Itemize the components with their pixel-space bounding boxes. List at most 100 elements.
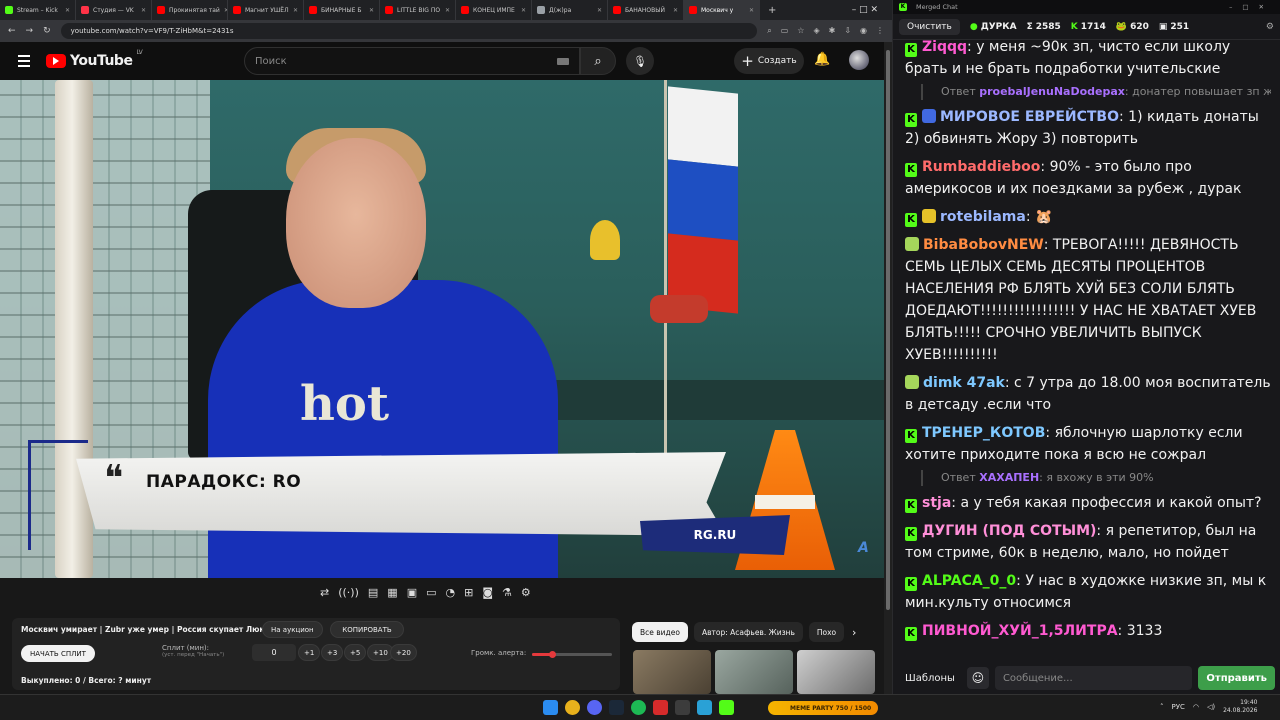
increment-button[interactable]: +1 <box>298 644 321 661</box>
start-split-button[interactable]: НАЧАТЬ СПЛИТ <box>21 645 95 662</box>
chat-settings-gear-icon[interactable]: ⚙ <box>1266 22 1274 32</box>
hamburger-menu-icon[interactable] <box>18 55 30 67</box>
telegram-icon[interactable] <box>697 700 712 715</box>
browser-tab[interactable]: Stream – Kick ✕ <box>0 0 76 20</box>
windows-start-icon[interactable] <box>543 700 558 715</box>
window-controls[interactable]: –□✕ <box>1229 3 1274 11</box>
filter-chip[interactable]: Автор: Асафьев. Жизнь <box>693 622 803 642</box>
chat-username[interactable]: ДУГИН (ПОД СОТЫМ) <box>922 523 1096 539</box>
steam-icon[interactable] <box>609 700 624 715</box>
discord-icon[interactable] <box>587 700 602 715</box>
puzzle-icon[interactable]: ✱ <box>829 26 836 36</box>
browser-tab[interactable]: БИНАРНЫЕ Б ✕ <box>304 0 380 20</box>
url-field[interactable]: youtube.com/watch?v=VF9/T-ZiHbM&t=2431s <box>60 23 758 39</box>
add-icon[interactable]: ⊞ <box>464 586 473 599</box>
split-minutes-input[interactable]: 0 <box>252 644 296 661</box>
send-button[interactable]: Отправить <box>1198 666 1275 690</box>
back-icon[interactable]: ← <box>8 26 16 36</box>
browser-tab[interactable]: КОНЕЦ ИМПЕ ✕ <box>456 0 532 20</box>
channel-watermark-icon[interactable]: A <box>858 540 869 556</box>
cast-icon[interactable]: ▭ <box>781 26 789 36</box>
voice-search-button[interactable]: 🎙 <box>626 47 654 75</box>
pip-icon[interactable]: ▣ <box>407 586 417 599</box>
reply-reference[interactable]: Ответ proebalJenuNaDodepax: донатер повы… <box>921 84 1271 100</box>
page-scrollbar[interactable] <box>884 42 892 694</box>
browser-tab[interactable]: Магнит УШЁЛ ✕ <box>228 0 304 20</box>
tab-close-icon[interactable]: ✕ <box>141 7 146 14</box>
alert-volume-slider[interactable] <box>532 651 612 658</box>
forward-icon[interactable]: → <box>26 26 34 36</box>
chat-username[interactable]: rotebilama <box>940 209 1026 225</box>
flask-icon[interactable]: ⚗ <box>502 586 512 599</box>
chevron-right-icon[interactable]: › <box>852 626 856 639</box>
download-icon[interactable]: ⇩ <box>844 26 851 36</box>
auction-button[interactable]: На аукцион <box>262 621 323 638</box>
tab-close-icon[interactable]: ✕ <box>521 7 526 14</box>
notifications-bell-icon[interactable]: 🔔 <box>814 52 830 67</box>
search-button[interactable]: ⌕ <box>580 47 616 75</box>
screenshot-icon[interactable]: ◙ <box>482 586 493 599</box>
star-icon[interactable]: ☆ <box>797 26 804 36</box>
tab-close-icon[interactable]: ✕ <box>597 7 602 14</box>
menu-icon[interactable]: ⋮ <box>876 26 884 36</box>
reload-icon[interactable]: ↻ <box>43 26 51 36</box>
chat-username[interactable]: dimk 47ak <box>923 375 1005 391</box>
browser-tab[interactable]: Москвич у ✕ <box>684 0 760 20</box>
chat-username[interactable]: Rumbaddieboo <box>922 159 1040 175</box>
app-icon-generic[interactable] <box>675 700 690 715</box>
search-input[interactable]: Поиск <box>244 47 580 75</box>
copy-button[interactable]: КОПИРОВАТЬ <box>330 621 404 638</box>
extension-icon[interactable]: ◈ <box>813 26 819 36</box>
filter-chip[interactable]: Все видео <box>632 622 688 642</box>
tab-close-icon[interactable]: ✕ <box>369 7 374 14</box>
filter-chip[interactable]: Похо <box>808 622 845 642</box>
tab-close-icon[interactable]: ✕ <box>445 7 450 14</box>
chat-username[interactable]: ТРЕНЕР_КОТОВ <box>922 425 1045 441</box>
video-thumbnail[interactable] <box>633 650 711 694</box>
increment-button[interactable]: +5 <box>344 644 367 661</box>
spotify-icon[interactable] <box>631 700 646 715</box>
video-thumbnail[interactable] <box>715 650 793 694</box>
browser-window-controls[interactable]: – □ ✕ <box>852 5 892 15</box>
scrollbar-thumb[interactable] <box>886 50 890 610</box>
chat-username[interactable]: ALPACA_0_0 <box>922 573 1016 589</box>
create-button[interactable]: + Создать <box>734 48 804 74</box>
emoji-icon[interactable]: ☺ <box>966 667 989 689</box>
stats-icon[interactable]: ▤ <box>368 586 378 599</box>
chrome-icon[interactable] <box>565 700 580 715</box>
clapper-icon[interactable]: ▦ <box>387 586 397 599</box>
clear-chat-button[interactable]: Очистить <box>899 18 960 35</box>
message-input[interactable]: Сообщение... <box>994 666 1193 690</box>
templates-button[interactable]: Шаблоны <box>899 673 961 684</box>
chat-username[interactable]: BibaBobovNEW <box>923 237 1044 253</box>
tray-chevron-icon[interactable]: ˄ <box>1160 703 1164 711</box>
kick-app-icon[interactable] <box>719 700 734 715</box>
loop-icon[interactable]: ⇄ <box>320 586 329 599</box>
chat-username[interactable]: stja <box>922 495 951 511</box>
browser-tab[interactable]: LITTLE BIG ПО ✕ <box>380 0 456 20</box>
tab-close-icon[interactable]: ✕ <box>673 7 678 14</box>
new-tab-icon[interactable]: + <box>760 5 784 16</box>
profile-icon[interactable]: ◉ <box>860 26 867 36</box>
settings-gear-icon[interactable]: ⚙ <box>521 586 531 599</box>
wifi-icon[interactable]: ◠ <box>1193 703 1199 711</box>
volume-icon[interactable]: ◁) <box>1207 703 1215 711</box>
browser-tab[interactable]: Студия — VK ✕ <box>76 0 152 20</box>
youtube-logo[interactable]: YouTube LV <box>46 49 143 69</box>
language-indicator[interactable]: РУС <box>1172 703 1185 711</box>
tab-close-icon[interactable]: ✕ <box>749 7 754 14</box>
chat-username[interactable]: МИРОВОЕ ЕВРЕЙСТВО <box>940 109 1119 125</box>
obs-icon[interactable] <box>653 700 668 715</box>
browser-tab[interactable]: Прокинятая тай✕ <box>152 0 228 20</box>
reply-reference[interactable]: Ответ ХАХАПЕН: я вхожу в эти 90% <box>921 470 1271 486</box>
chat-username[interactable]: Ziqqq <box>922 40 967 55</box>
video-thumbnail[interactable] <box>797 650 875 694</box>
tab-close-icon[interactable]: ✕ <box>293 7 298 14</box>
speed-icon[interactable]: ◔ <box>446 586 456 599</box>
alert-volume-knob[interactable] <box>549 651 556 658</box>
increment-button[interactable]: +3 <box>321 644 344 661</box>
chat-username[interactable]: ПИВНОЙ_ХУЙ_1,5ЛИТРА <box>922 623 1118 639</box>
broadcast-icon[interactable]: ((·)) <box>338 586 359 599</box>
browser-tab[interactable]: БАНАНОВЫЙ ✕ <box>608 0 684 20</box>
account-avatar[interactable] <box>849 50 869 70</box>
